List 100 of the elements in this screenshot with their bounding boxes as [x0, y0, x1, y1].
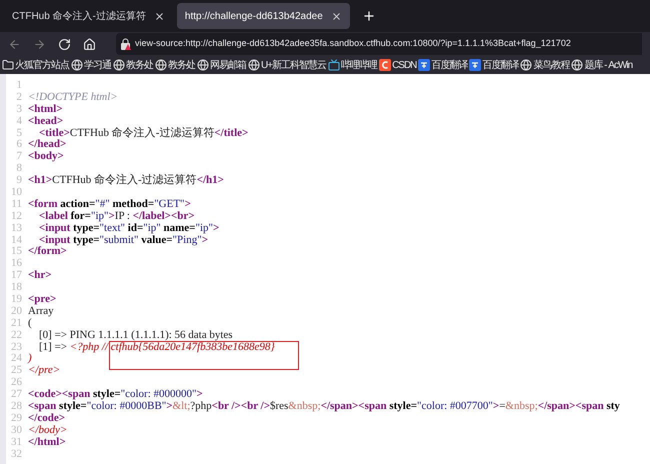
content-text: CTFHub 命令注入-过滤运算符 [52, 175, 197, 188]
line-number: 6 [16, 139, 23, 152]
value-text: "ip" [143, 222, 161, 235]
attribute-text: id= [126, 222, 144, 235]
value-text: "submit" [100, 234, 138, 246]
lock-warning-icon [120, 38, 131, 50]
bookmark-item[interactable]: 教务处 [155, 58, 195, 72]
tag-text: > [202, 234, 208, 246]
value-text: "color: #000000" [120, 389, 196, 401]
tag-text: <body> [28, 151, 64, 164]
line-number: 14 [10, 234, 23, 246]
line-number: 23 [10, 342, 23, 354]
attribute-text: style= [58, 401, 87, 413]
forward-icon[interactable] [33, 38, 46, 50]
attribute-text: type= [72, 222, 100, 235]
tag-text: <title> [38, 128, 70, 139]
tag-text: > [196, 389, 203, 401]
bookmark-item[interactable]: 百度翻译 [469, 58, 518, 72]
tag-text: > [166, 401, 173, 413]
tag-text: > [184, 198, 191, 211]
entity-text: &nbsp; [288, 401, 321, 413]
bookmark-item[interactable]: 百度翻译 [418, 58, 468, 72]
content-text: = [499, 401, 506, 413]
error-text: ctfhub{56da20e147fb383be1688e98} [110, 342, 275, 354]
line-number: 1 [16, 80, 23, 92]
tv-icon [328, 59, 340, 71]
value-text: "color: #007700" [417, 401, 493, 413]
back-icon[interactable] [8, 38, 21, 50]
tag-text: <code><span [28, 389, 90, 401]
line-number: 4 [16, 116, 23, 128]
error-text: </pre> [28, 365, 60, 378]
globe-icon [520, 59, 532, 71]
value-text: "#" [95, 198, 110, 211]
line-number: 24 [10, 353, 23, 366]
line-number: 27 [10, 389, 23, 402]
error-text: <?php // [70, 342, 108, 354]
globe-icon [71, 59, 83, 71]
tag-text: > [492, 401, 500, 413]
tag-text: </label><br> [132, 210, 194, 223]
content-text: ( [28, 318, 32, 330]
line-number: 13 [10, 222, 23, 235]
line-number: 31 [10, 436, 23, 449]
globe-icon [571, 59, 584, 71]
line-number: 12 [10, 210, 23, 223]
value-text: "ip" [90, 210, 109, 223]
attribute-text: type= [72, 234, 100, 246]
line-number: 18 [10, 282, 23, 294]
address-bar[interactable]: view-source:http://challenge-dd613b42adee35fa.sandbox.ctfhub.com:10800/?ip=1.1.1.1%3Bcat+flag_121702 [116, 33, 642, 55]
home-icon[interactable] [83, 38, 96, 50]
reload-icon[interactable] [58, 38, 71, 50]
tag-text: <input [38, 234, 70, 246]
tag-text: <hr> [28, 270, 52, 282]
browser-tab[interactable]: CTFHub 命令注入-过滤运算符 [4, 3, 173, 29]
line-number: 7 [16, 151, 23, 164]
line-number: 20 [10, 306, 23, 318]
new-tab-icon[interactable] [362, 9, 376, 23]
bookmark-item[interactable]: U+新工科智慧云 [248, 58, 326, 72]
content-text: IP : [114, 210, 131, 223]
bookmark-item[interactable]: 菜鸟教程 [520, 58, 570, 72]
tag-text: <head> [28, 116, 64, 128]
close-icon[interactable] [154, 10, 165, 22]
bookmark-item[interactable]: 题库 - AcWin [571, 58, 632, 72]
tag-text: </span><span [538, 401, 604, 413]
tag-text: <html> [28, 104, 63, 116]
content-text: CTFHub 命令注入-过滤运算符 [70, 128, 214, 140]
tag-text: <h1> [28, 175, 52, 188]
line-number: 15 [10, 246, 23, 258]
bookmark-item[interactable]: 网易邮箱 [197, 58, 246, 72]
line-number: 2 [16, 92, 23, 104]
value-text: "Ping" [172, 234, 202, 246]
content-text: [0] => PING 1.1.1.1 (1.1.1.1): 56 data bytes [38, 330, 233, 342]
browser-tab[interactable]: http://challenge-dd613b42adee [176, 3, 350, 29]
value-text: "ip" [195, 222, 213, 235]
doctype-text: <!DOCTYPE html> [28, 92, 118, 104]
line-number: 10 [10, 187, 23, 199]
tag-text: <label [38, 210, 68, 223]
line-number: 25 [10, 365, 23, 378]
bookmark-item[interactable]: 哔哩哔哩 [328, 58, 378, 72]
line-number: 30 [10, 424, 23, 437]
close-icon[interactable] [330, 10, 342, 22]
tag-text: </html> [28, 436, 66, 449]
line-number: 9 [16, 175, 23, 188]
line-number: 26 [10, 377, 23, 390]
bookmark-item[interactable]: 火狐官方站点 [2, 58, 69, 72]
tag-text: </span><span [320, 401, 387, 413]
error-text: </body> [28, 424, 68, 437]
tag-text: > [213, 222, 220, 235]
line-number: 28 [10, 401, 23, 413]
attribute-text: action= [59, 198, 96, 211]
bookmark-item[interactable]: 学习通 [71, 58, 111, 72]
value-text: "color: #0000BB" [86, 401, 166, 413]
tag-text: <span [28, 401, 56, 413]
tag-text: <pre> [28, 294, 56, 306]
bookmark-item[interactable]: CSDN [379, 58, 416, 72]
content-text: Array [28, 306, 54, 318]
bookmark-item[interactable]: 教务处 [113, 58, 153, 72]
line-number: 22 [10, 330, 23, 342]
line-number: 3 [16, 104, 23, 116]
translate-icon [418, 59, 430, 71]
attribute-text: value= [140, 234, 173, 246]
